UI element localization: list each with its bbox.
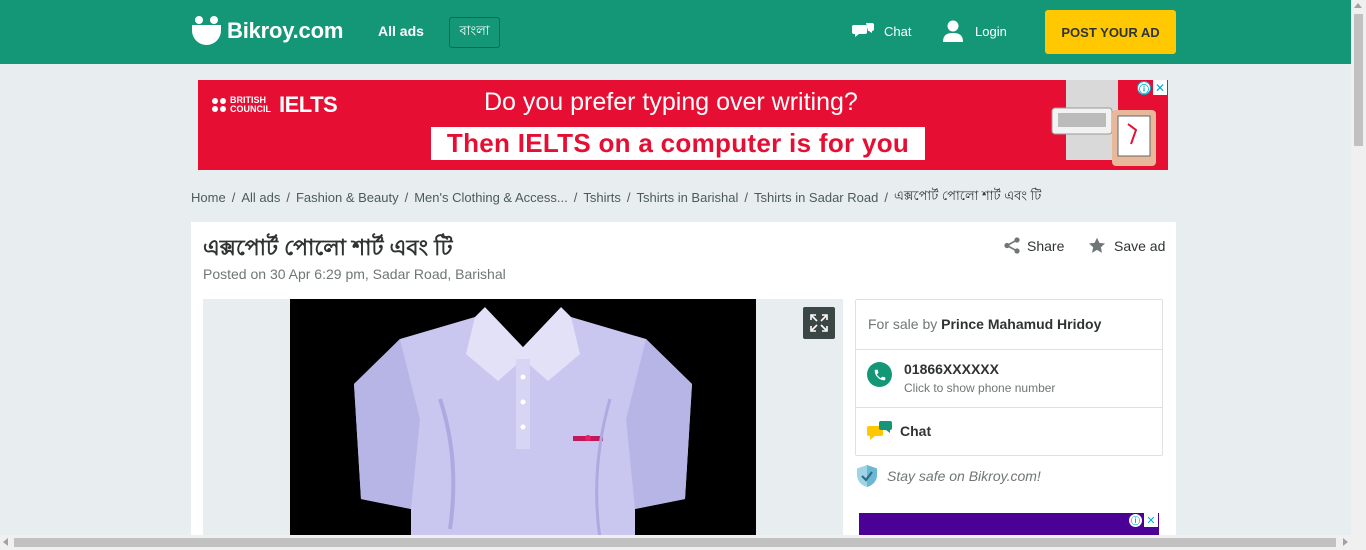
polo-shirt-image [290,299,756,550]
side-ad-info-icon[interactable]: ⓘ [1129,514,1142,527]
ad-title: এক্সপোর্ট পোলো শার্ট এবং টি [203,235,453,260]
save-ad-button[interactable]: Save ad [1088,237,1165,254]
for-sale-prefix: For sale by [868,316,938,332]
breadcrumb-all-ads[interactable]: All ads [241,190,280,205]
ad-close-icon[interactable]: ✕ [1153,80,1167,95]
expand-icon [810,314,828,332]
user-icon [943,20,963,42]
show-phone-button[interactable]: 01866XXXXXX Click to show phone number [856,350,1162,408]
breadcrumb-tshirts[interactable]: Tshirts [583,190,621,205]
computer-illustration-icon [1051,80,1156,166]
seller-contact-box: For sale by Prince Mahamud Hridoy 01866X… [855,299,1163,456]
main-photo[interactable] [290,299,756,550]
posted-info: Posted on 30 Apr 6:29 pm, Sadar Road, Ba… [203,266,506,282]
share-button[interactable]: Share [1004,237,1064,254]
bikroy-logo[interactable]: Bikroy.com [192,15,343,47]
nav-all-ads-link[interactable]: All ads [378,23,424,39]
stay-safe-link[interactable]: Stay safe on Bikroy.com! [856,464,1041,488]
phone-icon [867,362,892,387]
nav-chat-link[interactable]: Chat [852,22,911,40]
save-ad-label: Save ad [1114,237,1166,254]
chat-bubbles-icon [852,23,874,37]
nav-login-label: Login [975,23,1007,39]
chat-label: Chat [900,423,932,439]
language-switch-button[interactable]: বাংলা [449,17,500,48]
seller-info-row: For sale by Prince Mahamud Hridoy [856,300,1162,350]
chat-bubbles-color-icon [867,421,892,440]
ad-detail-card: এক্সপোর্ট পোলো শার্ট এবং টি Posted on 30… [191,222,1176,550]
star-icon [1088,237,1106,253]
horizontal-scrollbar[interactable] [0,535,1351,550]
side-ad-close-icon[interactable]: ✕ [1144,513,1158,527]
nav-login-link[interactable]: Login [943,20,1007,42]
horizontal-scroll-thumb[interactable] [14,538,1336,547]
vertical-scrollbar[interactable] [1351,0,1366,550]
phone-hint: Click to show phone number [904,381,1056,395]
logo-text: Bikroy.com [227,18,344,43]
fullscreen-expand-button[interactable] [803,307,835,339]
ad-subline: Then IELTS on a computer is for you [431,127,925,160]
seller-name[interactable]: Prince Mahamud Hridoy [941,316,1101,332]
shield-check-icon [857,465,877,487]
breadcrumb-mens-clothing[interactable]: Men's Clothing & Access... [414,190,568,205]
top-header: Bikroy.com All ads বাংলা Chat Login POST… [0,0,1351,64]
ad-info-icon[interactable]: ⓘ [1137,81,1151,96]
ad-headline: Do you prefer typing over writing? [484,88,858,116]
breadcrumb-current: এক্সপোর্ট পোলো শার্ট এবং টি [893,188,1042,203]
scroll-right-icon[interactable] [1343,538,1348,546]
chat-with-seller-button[interactable]: Chat [856,408,1162,456]
share-label: Share [1027,237,1065,254]
breadcrumb-fashion-beauty[interactable]: Fashion & Beauty [296,190,399,205]
logo-smile-icon [192,16,222,46]
breadcrumb: Home / All ads / Fashion & Beauty / Men's C… [191,187,1041,208]
vertical-scroll-thumb[interactable] [1354,14,1363,146]
breadcrumb-home[interactable]: Home [191,190,226,205]
for-sale-by: For sale by Prince Mahamud Hridoy [868,316,1101,332]
nav-chat-label: Chat [884,23,912,39]
british-council-ielts-logo: BRITISH COUNCIL IELTS [212,92,338,118]
ad-brand-name: IELTS [279,92,338,117]
phone-number: 01866XXXXXX [904,361,999,377]
ad-brand-small: BRITISH COUNCIL [230,95,271,114]
scroll-left-icon[interactable] [3,538,8,546]
scroll-up-icon[interactable] [1354,3,1362,8]
breadcrumb-tshirts-barishal[interactable]: Tshirts in Barishal [637,190,739,205]
british-council-dots-icon [212,98,226,112]
ielts-banner-ad[interactable]: BRITISH COUNCIL IELTS Do you prefer typin… [198,80,1168,170]
post-your-ad-button[interactable]: POST YOUR AD [1045,10,1176,54]
stay-safe-label: Stay safe on Bikroy.com! [887,468,1041,484]
photo-gallery[interactable] [203,299,843,550]
breadcrumb-tshirts-sadar-road[interactable]: Tshirts in Sadar Road [754,190,878,205]
share-icon [1004,237,1020,254]
